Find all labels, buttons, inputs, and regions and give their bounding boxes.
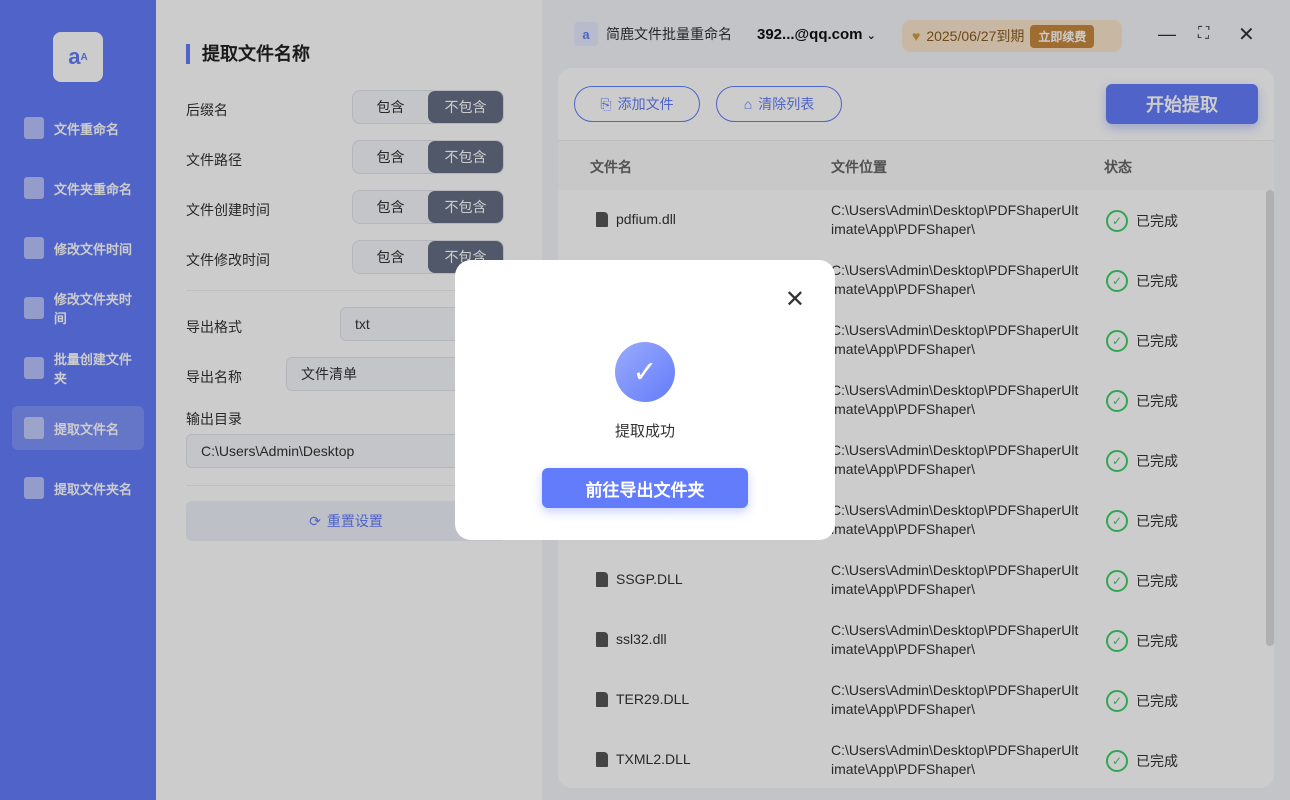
open-export-folder-button[interactable]: 前往导出文件夹 [542,468,748,508]
success-dialog: ✕ ✓ 提取成功 前往导出文件夹 [455,260,835,540]
success-message: 提取成功 [614,423,675,440]
success-check-icon: ✓ [615,342,675,402]
close-icon[interactable]: ✕ [785,288,805,312]
